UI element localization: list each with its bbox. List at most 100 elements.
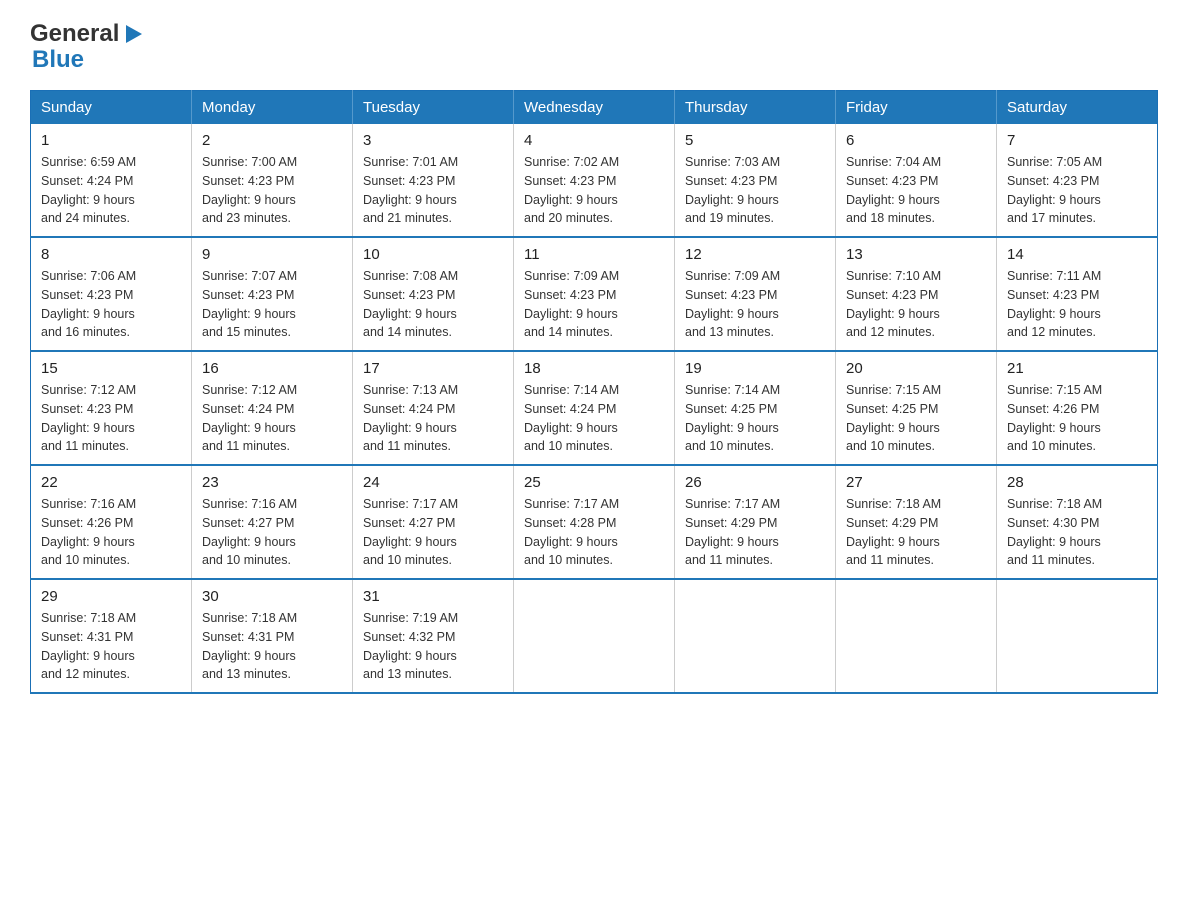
day-number: 4 [524,132,664,149]
calendar-body: 1 Sunrise: 6:59 AMSunset: 4:24 PMDayligh… [31,124,1158,693]
day-info: Sunrise: 7:15 AMSunset: 4:26 PMDaylight:… [1007,381,1147,456]
day-info: Sunrise: 6:59 AMSunset: 4:24 PMDaylight:… [41,153,181,228]
calendar-cell: 26 Sunrise: 7:17 AMSunset: 4:29 PMDaylig… [675,465,836,579]
calendar-cell [836,579,997,693]
weekday-header-saturday: Saturday [997,91,1158,125]
day-info: Sunrise: 7:03 AMSunset: 4:23 PMDaylight:… [685,153,825,228]
day-info: Sunrise: 7:10 AMSunset: 4:23 PMDaylight:… [846,267,986,342]
calendar-cell: 28 Sunrise: 7:18 AMSunset: 4:30 PMDaylig… [997,465,1158,579]
calendar-cell: 20 Sunrise: 7:15 AMSunset: 4:25 PMDaylig… [836,351,997,465]
day-info: Sunrise: 7:02 AMSunset: 4:23 PMDaylight:… [524,153,664,228]
day-number: 11 [524,246,664,263]
day-number: 20 [846,360,986,377]
calendar-cell: 13 Sunrise: 7:10 AMSunset: 4:23 PMDaylig… [836,237,997,351]
day-info: Sunrise: 7:18 AMSunset: 4:30 PMDaylight:… [1007,495,1147,570]
day-info: Sunrise: 7:18 AMSunset: 4:31 PMDaylight:… [202,609,342,684]
calendar-week-row: 8 Sunrise: 7:06 AMSunset: 4:23 PMDayligh… [31,237,1158,351]
day-number: 16 [202,360,342,377]
calendar-cell: 9 Sunrise: 7:07 AMSunset: 4:23 PMDayligh… [192,237,353,351]
day-info: Sunrise: 7:11 AMSunset: 4:23 PMDaylight:… [1007,267,1147,342]
day-number: 18 [524,360,664,377]
calendar-cell: 10 Sunrise: 7:08 AMSunset: 4:23 PMDaylig… [353,237,514,351]
calendar-header: SundayMondayTuesdayWednesdayThursdayFrid… [31,91,1158,125]
calendar-week-row: 29 Sunrise: 7:18 AMSunset: 4:31 PMDaylig… [31,579,1158,693]
day-info: Sunrise: 7:05 AMSunset: 4:23 PMDaylight:… [1007,153,1147,228]
day-number: 5 [685,132,825,149]
calendar-cell: 27 Sunrise: 7:18 AMSunset: 4:29 PMDaylig… [836,465,997,579]
page-header: General Blue [30,20,1158,74]
calendar-cell: 12 Sunrise: 7:09 AMSunset: 4:23 PMDaylig… [675,237,836,351]
day-info: Sunrise: 7:17 AMSunset: 4:28 PMDaylight:… [524,495,664,570]
day-number: 22 [41,474,181,491]
day-number: 1 [41,132,181,149]
calendar-cell: 17 Sunrise: 7:13 AMSunset: 4:24 PMDaylig… [353,351,514,465]
day-number: 31 [363,588,503,605]
day-info: Sunrise: 7:13 AMSunset: 4:24 PMDaylight:… [363,381,503,456]
day-number: 28 [1007,474,1147,491]
day-number: 7 [1007,132,1147,149]
day-number: 13 [846,246,986,263]
weekday-header-friday: Friday [836,91,997,125]
day-info: Sunrise: 7:19 AMSunset: 4:32 PMDaylight:… [363,609,503,684]
day-info: Sunrise: 7:08 AMSunset: 4:23 PMDaylight:… [363,267,503,342]
day-info: Sunrise: 7:09 AMSunset: 4:23 PMDaylight:… [685,267,825,342]
day-info: Sunrise: 7:17 AMSunset: 4:27 PMDaylight:… [363,495,503,570]
day-number: 14 [1007,246,1147,263]
calendar-cell: 24 Sunrise: 7:17 AMSunset: 4:27 PMDaylig… [353,465,514,579]
day-info: Sunrise: 7:01 AMSunset: 4:23 PMDaylight:… [363,153,503,228]
calendar-cell: 19 Sunrise: 7:14 AMSunset: 4:25 PMDaylig… [675,351,836,465]
calendar-week-row: 15 Sunrise: 7:12 AMSunset: 4:23 PMDaylig… [31,351,1158,465]
calendar-cell: 2 Sunrise: 7:00 AMSunset: 4:23 PMDayligh… [192,124,353,237]
calendar-cell: 7 Sunrise: 7:05 AMSunset: 4:23 PMDayligh… [997,124,1158,237]
calendar-cell [514,579,675,693]
day-number: 9 [202,246,342,263]
weekday-header-monday: Monday [192,91,353,125]
day-number: 23 [202,474,342,491]
day-number: 12 [685,246,825,263]
calendar-cell: 8 Sunrise: 7:06 AMSunset: 4:23 PMDayligh… [31,237,192,351]
calendar-cell: 5 Sunrise: 7:03 AMSunset: 4:23 PMDayligh… [675,124,836,237]
day-number: 26 [685,474,825,491]
calendar-table: SundayMondayTuesdayWednesdayThursdayFrid… [30,90,1158,694]
calendar-cell: 31 Sunrise: 7:19 AMSunset: 4:32 PMDaylig… [353,579,514,693]
day-info: Sunrise: 7:16 AMSunset: 4:27 PMDaylight:… [202,495,342,570]
weekday-header-row: SundayMondayTuesdayWednesdayThursdayFrid… [31,91,1158,125]
calendar-cell [675,579,836,693]
calendar-week-row: 1 Sunrise: 6:59 AMSunset: 4:24 PMDayligh… [31,124,1158,237]
weekday-header-sunday: Sunday [31,91,192,125]
day-info: Sunrise: 7:07 AMSunset: 4:23 PMDaylight:… [202,267,342,342]
day-number: 19 [685,360,825,377]
day-number: 6 [846,132,986,149]
day-info: Sunrise: 7:18 AMSunset: 4:31 PMDaylight:… [41,609,181,684]
day-number: 3 [363,132,503,149]
day-info: Sunrise: 7:12 AMSunset: 4:23 PMDaylight:… [41,381,181,456]
day-info: Sunrise: 7:15 AMSunset: 4:25 PMDaylight:… [846,381,986,456]
calendar-cell: 23 Sunrise: 7:16 AMSunset: 4:27 PMDaylig… [192,465,353,579]
day-info: Sunrise: 7:18 AMSunset: 4:29 PMDaylight:… [846,495,986,570]
day-number: 27 [846,474,986,491]
day-number: 29 [41,588,181,605]
day-info: Sunrise: 7:14 AMSunset: 4:25 PMDaylight:… [685,381,825,456]
weekday-header-tuesday: Tuesday [353,91,514,125]
day-info: Sunrise: 7:12 AMSunset: 4:24 PMDaylight:… [202,381,342,456]
calendar-cell: 1 Sunrise: 6:59 AMSunset: 4:24 PMDayligh… [31,124,192,237]
day-number: 30 [202,588,342,605]
calendar-cell [997,579,1158,693]
calendar-cell: 6 Sunrise: 7:04 AMSunset: 4:23 PMDayligh… [836,124,997,237]
day-number: 10 [363,246,503,263]
day-number: 17 [363,360,503,377]
day-number: 8 [41,246,181,263]
weekday-header-wednesday: Wednesday [514,91,675,125]
calendar-cell: 11 Sunrise: 7:09 AMSunset: 4:23 PMDaylig… [514,237,675,351]
day-info: Sunrise: 7:09 AMSunset: 4:23 PMDaylight:… [524,267,664,342]
calendar-cell: 22 Sunrise: 7:16 AMSunset: 4:26 PMDaylig… [31,465,192,579]
day-info: Sunrise: 7:06 AMSunset: 4:23 PMDaylight:… [41,267,181,342]
day-number: 2 [202,132,342,149]
calendar-cell: 3 Sunrise: 7:01 AMSunset: 4:23 PMDayligh… [353,124,514,237]
calendar-cell: 29 Sunrise: 7:18 AMSunset: 4:31 PMDaylig… [31,579,192,693]
weekday-header-thursday: Thursday [675,91,836,125]
calendar-week-row: 22 Sunrise: 7:16 AMSunset: 4:26 PMDaylig… [31,465,1158,579]
calendar-cell: 30 Sunrise: 7:18 AMSunset: 4:31 PMDaylig… [192,579,353,693]
day-info: Sunrise: 7:14 AMSunset: 4:24 PMDaylight:… [524,381,664,456]
calendar-cell: 15 Sunrise: 7:12 AMSunset: 4:23 PMDaylig… [31,351,192,465]
